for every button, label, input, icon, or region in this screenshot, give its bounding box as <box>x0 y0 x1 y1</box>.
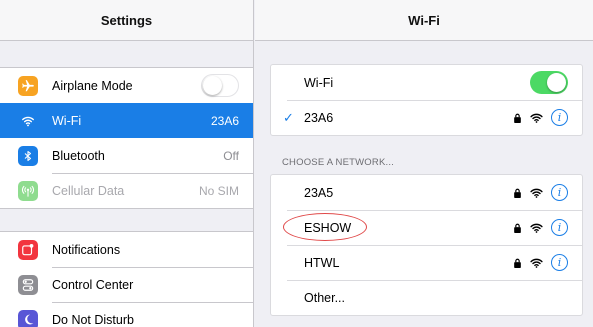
wifi-icon <box>18 110 38 131</box>
bluetooth-icon <box>18 145 38 166</box>
wifi-detail-panel: Wi-Fi Wi-Fi ✓ 23A6 i CHOOSE A NETWORK...… <box>255 0 593 327</box>
network-status-icons: i <box>513 109 568 126</box>
lock-icon <box>514 223 521 233</box>
wifi-signal-icon <box>530 223 543 233</box>
settings-row-cellular-data[interactable]: Cellular Data No SIM <box>0 173 253 208</box>
settings-row-bluetooth[interactable]: Bluetooth Off <box>0 138 253 173</box>
notifications-icon <box>18 239 38 260</box>
connected-network-row[interactable]: ✓ 23A6 i <box>271 100 582 135</box>
row-value: No SIM <box>198 183 239 198</box>
lock-icon <box>514 188 521 198</box>
wifi-signal-icon <box>530 188 543 198</box>
choose-network-header: CHOOSE A NETWORK... <box>282 157 395 168</box>
info-icon[interactable]: i <box>551 109 568 126</box>
wifi-toggle-row[interactable]: Wi-Fi <box>271 65 582 100</box>
wifi-signal-icon <box>530 258 543 268</box>
info-icon[interactable]: i <box>551 254 568 271</box>
row-label: Notifications <box>52 242 121 257</box>
settings-row-wifi[interactable]: Wi-Fi 23A6 <box>0 103 253 138</box>
network-row-23a5[interactable]: 23A5 i <box>271 175 582 210</box>
lock-icon <box>514 113 521 123</box>
network-name: 23A6 <box>304 110 334 125</box>
cellular-icon <box>18 180 38 201</box>
row-label: Do Not Disturb <box>52 312 134 327</box>
info-icon[interactable]: i <box>551 184 568 201</box>
row-label: Airplane Mode <box>52 78 133 93</box>
settings-row-airplane-mode[interactable]: Airplane Mode <box>0 68 253 103</box>
settings-navbar: Settings <box>0 0 253 41</box>
row-label: Control Center <box>52 277 134 292</box>
network-row-eshow[interactable]: ESHOW i <box>271 210 582 245</box>
row-label: Cellular Data <box>52 183 125 198</box>
row-value: Off <box>223 148 239 163</box>
network-status-icons: i <box>513 184 568 201</box>
settings-row-control-center[interactable]: Control Center <box>0 267 253 302</box>
network-name: ESHOW <box>304 220 352 235</box>
wifi-title: Wi-Fi <box>408 12 440 28</box>
settings-title: Settings <box>100 12 153 28</box>
other-network-label: Other... <box>304 290 345 305</box>
other-network-row[interactable]: Other... <box>271 280 582 315</box>
airplane-icon <box>18 75 38 96</box>
wifi-toggle[interactable] <box>530 71 568 94</box>
toggle-knob <box>203 75 222 95</box>
row-label: Wi-Fi <box>52 113 82 128</box>
moon-icon <box>18 309 38 327</box>
settings-row-do-not-disturb[interactable]: Do Not Disturb <box>0 302 253 327</box>
settings-group-system: Notifications Control Center Do Not Dist… <box>0 231 253 327</box>
network-name: 23A5 <box>304 185 334 200</box>
checkmark-icon: ✓ <box>283 109 294 125</box>
airplane-mode-toggle[interactable] <box>201 74 239 97</box>
toggle-knob <box>547 73 566 92</box>
settings-row-notifications[interactable]: Notifications <box>0 232 253 267</box>
wifi-navbar: Wi-Fi <box>255 0 593 41</box>
wifi-toggle-label: Wi-Fi <box>304 75 334 90</box>
network-status-icons: i <box>513 254 568 271</box>
network-name: HTWL <box>304 255 340 270</box>
row-label: Bluetooth <box>52 148 105 163</box>
row-value: 23A6 <box>210 113 239 128</box>
wifi-signal-icon <box>530 113 543 123</box>
network-status-icons: i <box>513 219 568 236</box>
available-networks-card: 23A5 i ESHOW i HTWL i Other... <box>270 174 583 316</box>
info-icon[interactable]: i <box>551 219 568 236</box>
wifi-status-card: Wi-Fi ✓ 23A6 i <box>270 64 583 136</box>
control-center-icon <box>18 274 38 295</box>
network-row-htwl[interactable]: HTWL i <box>271 245 582 280</box>
settings-master-panel: Settings Airplane Mode Wi-Fi 23A6 Blueto… <box>0 0 254 327</box>
settings-group-connectivity: Airplane Mode Wi-Fi 23A6 Bluetooth Off C… <box>0 67 253 209</box>
lock-icon <box>514 258 521 268</box>
